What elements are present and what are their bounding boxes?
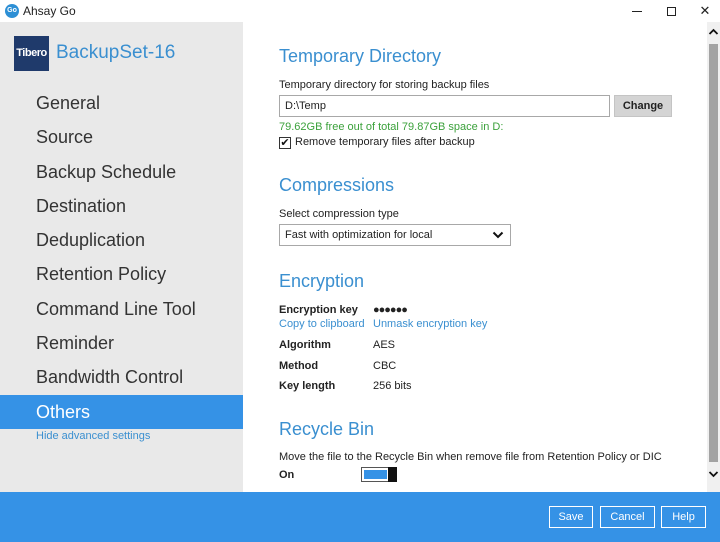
app-icon: Go <box>5 4 19 18</box>
help-button[interactable]: Help <box>661 506 706 528</box>
save-button[interactable]: Save <box>549 506 593 528</box>
key-length-value: 256 bits <box>373 380 412 392</box>
sidebar-item-bandwidth-control[interactable]: Bandwidth Control <box>0 360 243 394</box>
sidebar-item-general[interactable]: General <box>0 86 243 120</box>
cancel-button[interactable]: Cancel <box>600 506 655 528</box>
footer-bar: Save Cancel Help <box>0 492 720 542</box>
chevron-down-icon[interactable] <box>707 468 720 480</box>
remove-temp-checkbox[interactable]: ✔ <box>279 137 291 149</box>
encryption-title: Encryption <box>279 271 365 291</box>
sidebar-item-destination[interactable]: Destination <box>0 189 243 223</box>
recycle-toggle-label: On <box>279 469 295 481</box>
maximize-icon[interactable] <box>654 0 688 22</box>
minimize-icon[interactable] <box>620 0 654 22</box>
sidebar-item-command-line-tool[interactable]: Command Line Tool <box>0 292 243 326</box>
close-icon[interactable]: ✕ <box>688 0 720 22</box>
compressions-title: Compressions <box>279 175 395 195</box>
temp-dir-input[interactable]: D:\Temp <box>279 95 610 117</box>
sidebar-item-reminder[interactable]: Reminder <box>0 326 243 360</box>
encryption-key-value: ●●●●●● <box>373 304 408 316</box>
backup-set-name: BackupSet-16 <box>56 42 176 63</box>
encryption-key-label: Encryption key <box>279 304 358 316</box>
toggle-fill <box>364 470 387 479</box>
chevron-down-icon <box>492 231 504 239</box>
algorithm-value: AES <box>373 339 396 351</box>
method-label: Method <box>279 360 319 372</box>
key-length-label: Key length <box>279 380 336 392</box>
window-title: Ahsay Go <box>23 4 76 18</box>
compression-select[interactable]: Fast with optimization for local <box>279 224 511 246</box>
sidebar-item-others[interactable]: Others <box>0 394 243 429</box>
recycle-bin-label: Move the file to the Recycle Bin when re… <box>279 451 662 463</box>
remove-temp-label: Remove temporary files after backup <box>295 136 475 148</box>
tibero-logo: Tibero <box>14 36 49 71</box>
chevron-up-icon[interactable] <box>707 26 720 38</box>
sidebar-nav: General Source Backup Schedule Destinati… <box>0 86 243 429</box>
recycle-bin-title: Recycle Bin <box>279 419 375 439</box>
sidebar-item-source[interactable]: Source <box>0 120 243 154</box>
sidebar-item-retention-policy[interactable]: Retention Policy <box>0 257 243 291</box>
space-info: 79.62GB free out of total 79.87GB space … <box>279 121 504 133</box>
compression-label: Select compression type <box>279 208 399 220</box>
toggle-knob[interactable] <box>388 467 397 482</box>
algorithm-label: Algorithm <box>279 339 331 351</box>
vertical-scrollbar[interactable] <box>707 22 720 492</box>
unmask-key-link[interactable]: Unmask encryption key <box>373 318 487 330</box>
scroll-thumb[interactable] <box>709 44 718 462</box>
copy-to-clipboard-link[interactable]: Copy to clipboard <box>279 318 365 330</box>
method-value: CBC <box>373 360 397 372</box>
sidebar: Tibero BackupSet-16 General Source Backu… <box>0 22 243 492</box>
recycle-bin-toggle[interactable] <box>361 467 397 482</box>
title-bar: Go Ahsay Go ✕ <box>0 0 720 22</box>
main-panel: Temporary Directory Temporary directory … <box>243 22 707 492</box>
temp-dir-title: Temporary Directory <box>279 46 442 66</box>
compression-selected-value: Fast with optimization for local <box>285 229 433 241</box>
hide-advanced-settings-link[interactable]: Hide advanced settings <box>36 430 150 442</box>
sidebar-item-backup-schedule[interactable]: Backup Schedule <box>0 155 243 189</box>
temp-dir-label: Temporary directory for storing backup f… <box>279 79 490 91</box>
change-button[interactable]: Change <box>614 95 672 117</box>
sidebar-item-deduplication[interactable]: Deduplication <box>0 223 243 257</box>
